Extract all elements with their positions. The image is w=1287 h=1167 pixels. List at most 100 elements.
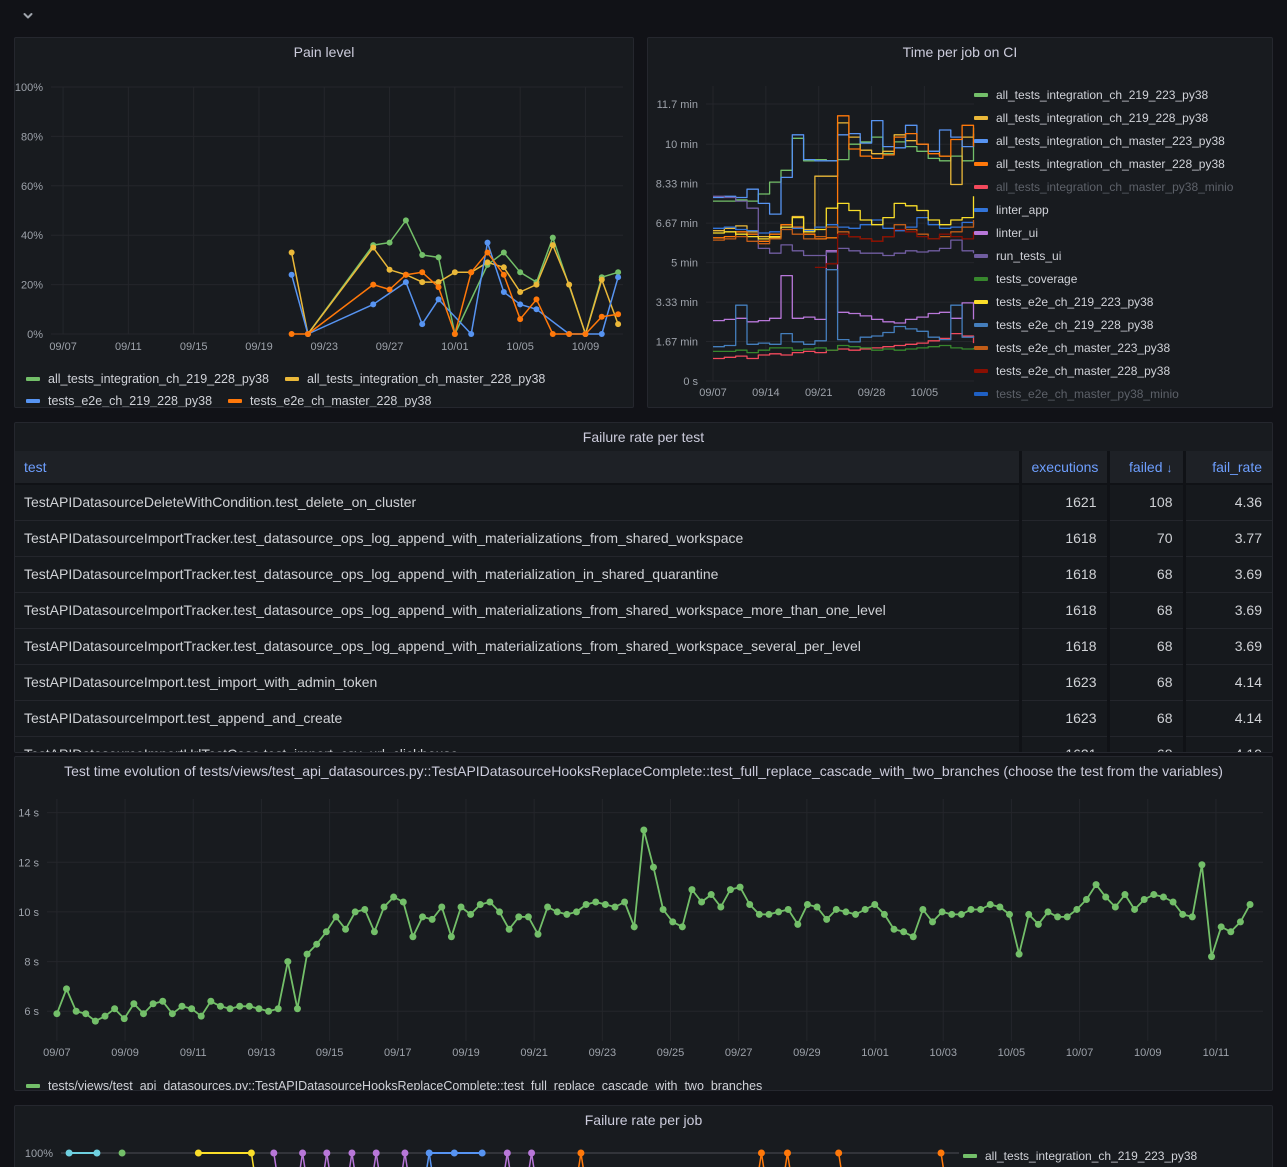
svg-text:09/28: 09/28 — [858, 387, 886, 399]
cell-value: 1623 — [1020, 664, 1108, 700]
svg-text:09/27: 09/27 — [725, 1047, 753, 1059]
cell-test-name: TestAPIDatasourceImportTracker.test_data… — [15, 628, 1020, 664]
svg-text:10/07: 10/07 — [1066, 1047, 1094, 1059]
svg-text:09/09: 09/09 — [111, 1047, 139, 1059]
panel-title: Test time evolution of tests/views/test_… — [15, 757, 1272, 785]
legend-item[interactable]: all_tests_integration_ch_219_223_py38 — [974, 83, 1268, 106]
svg-text:60%: 60% — [21, 181, 43, 193]
svg-text:5 min: 5 min — [671, 258, 698, 270]
column-header-fail_rate[interactable]: fail_rate — [1184, 451, 1272, 484]
cell-test-name: TestAPIDatasourceImportTracker.test_data… — [15, 556, 1020, 592]
failure-rate-table: testexecutionsfailed↓fail_rate TestAPIDa… — [15, 451, 1272, 752]
cell-value: 3.77 — [1184, 520, 1272, 556]
cell-test-name: TestAPIDatasourceImportTracker.test_data… — [15, 520, 1020, 556]
cell-value: 1618 — [1020, 628, 1108, 664]
cell-value: 1618 — [1020, 520, 1108, 556]
table-row: TestAPIDatasourceImportTracker.test_data… — [15, 556, 1272, 592]
column-header-executions[interactable]: executions — [1020, 451, 1108, 484]
svg-text:6 s: 6 s — [24, 1006, 39, 1018]
cell-value: 70 — [1108, 520, 1184, 556]
legend-item[interactable]: all_tests_integration_ch_master_223_py38 — [974, 129, 1268, 152]
legend-item[interactable]: all_tests_integration_ch_master_py38_min… — [974, 175, 1268, 198]
legend-swatch — [974, 93, 988, 97]
pain-level-legend: all_tests_integration_ch_219_228_py38 all… — [15, 366, 633, 408]
cell-test-name: TestAPIDatasourceImport.test_import_with… — [15, 664, 1020, 700]
svg-text:09/07: 09/07 — [43, 1047, 71, 1059]
legend-swatch — [26, 1084, 40, 1088]
time-per-job-legend: all_tests_integration_ch_219_223_py38all… — [974, 83, 1268, 405]
legend-item[interactable]: linter_ui — [974, 221, 1268, 244]
svg-text:09/15: 09/15 — [316, 1047, 344, 1059]
legend-item[interactable]: all_tests_integration_ch_master_228_py38 — [285, 372, 545, 386]
svg-text:09/21: 09/21 — [805, 387, 833, 399]
svg-text:80%: 80% — [21, 131, 43, 143]
chevron-down-icon[interactable] — [21, 9, 35, 23]
svg-text:0 s: 0 s — [683, 376, 698, 388]
svg-text:09/14: 09/14 — [752, 387, 780, 399]
legend-swatch — [974, 139, 988, 143]
svg-text:8 s: 8 s — [24, 957, 39, 969]
legend-item[interactable]: all_tests_integration_ch_219_223_py38 — [963, 1149, 1197, 1163]
legend-item[interactable]: all_tests_integration_ch_219_228_py38 — [974, 106, 1268, 129]
table-row: TestAPIDatasourceImportTracker.test_data… — [15, 628, 1272, 664]
cell-value: 1623 — [1020, 700, 1108, 736]
legend-label: all_tests_integration_ch_master_py38_min… — [996, 180, 1233, 194]
test-time-evolution-chart[interactable]: 6 s8 s10 s12 s14 s09/0709/0909/1109/1309… — [15, 785, 1272, 1067]
cell-value: 68 — [1108, 664, 1184, 700]
cell-test-name: TestAPIDatasourceImportUrlTestCase.test_… — [15, 736, 1020, 752]
column-header-failed[interactable]: failed↓ — [1108, 451, 1184, 484]
grafana-dashboard: Pain level 0%20%40%60%80%100%09/0709/110… — [0, 0, 1287, 1167]
cell-value: 1621 — [1020, 736, 1108, 752]
legend-swatch — [963, 1154, 977, 1158]
legend-label: tests_coverage — [996, 272, 1077, 286]
legend-label: all_tests_integration_ch_master_228_py38 — [307, 372, 545, 386]
cell-value: 4.14 — [1184, 700, 1272, 736]
cell-value: 68 — [1108, 700, 1184, 736]
cell-value: 4.36 — [1184, 484, 1272, 520]
svg-text:10/11: 10/11 — [1203, 1047, 1230, 1059]
svg-text:09/25: 09/25 — [657, 1047, 685, 1059]
svg-text:10 min: 10 min — [665, 139, 698, 151]
pain-level-chart[interactable]: 0%20%40%60%80%100%09/0709/1109/1509/1909… — [15, 66, 633, 366]
legend-item[interactable]: tests_e2e_ch_219_223_py38 — [974, 290, 1268, 313]
svg-text:10/01: 10/01 — [861, 1047, 889, 1059]
svg-text:09/15: 09/15 — [180, 341, 208, 353]
panel-test-time-evolution: Test time evolution of tests/views/test_… — [14, 756, 1273, 1091]
legend-item[interactable]: all_tests_integration_ch_219_228_py38 — [26, 372, 269, 386]
column-header-test[interactable]: test — [15, 451, 1020, 484]
svg-text:3.33 min: 3.33 min — [656, 297, 698, 309]
legend-item[interactable]: all_tests_integration_ch_master_228_py38 — [974, 152, 1268, 175]
cell-value: 108 — [1108, 484, 1184, 520]
svg-text:10/05: 10/05 — [998, 1047, 1026, 1059]
legend-item[interactable]: tests_e2e_ch_master_223_py38 — [974, 336, 1268, 359]
legend-item[interactable]: tests_e2e_ch_219_228_py38 — [26, 394, 212, 408]
svg-text:09/07: 09/07 — [699, 387, 727, 399]
panel-pain-level: Pain level 0%20%40%60%80%100%09/0709/110… — [14, 37, 634, 408]
cell-value: 68 — [1108, 556, 1184, 592]
cell-test-name: TestAPIDatasourceImport.test_append_and_… — [15, 700, 1020, 736]
svg-text:10/09: 10/09 — [1134, 1047, 1162, 1059]
legend-item[interactable]: tests_e2e_ch_master_py38_minio — [974, 382, 1268, 405]
cell-test-name: TestAPIDatasourceImportTracker.test_data… — [15, 592, 1020, 628]
panel-time-per-job: Time per job on CI 0 s1.67 min3.33 min5 … — [647, 37, 1273, 408]
legend-item[interactable]: tests_e2e_ch_master_228_py38 — [228, 394, 431, 408]
legend-swatch — [974, 323, 988, 327]
svg-text:10/03: 10/03 — [929, 1047, 957, 1059]
cell-value: 1618 — [1020, 592, 1108, 628]
legend-item[interactable]: tests_e2e_ch_219_228_py38 — [974, 313, 1268, 336]
legend-label: all_tests_integration_ch_219_228_py38 — [48, 372, 269, 386]
svg-text:09/17: 09/17 — [384, 1047, 412, 1059]
panel-title: Failure rate per test — [15, 423, 1272, 451]
legend-swatch — [974, 254, 988, 258]
legend-label: tests_e2e_ch_master_228_py38 — [250, 394, 431, 408]
legend-item[interactable]: tests/views/test_api_datasources.py::Tes… — [26, 1079, 762, 1091]
panel-title: Failure rate per job — [15, 1106, 1272, 1134]
legend-item[interactable]: linter_app — [974, 198, 1268, 221]
legend-item[interactable]: tests_coverage — [974, 267, 1268, 290]
dashboard-row-header — [0, 0, 1287, 30]
table-header: testexecutionsfailed↓fail_rate — [15, 451, 1272, 484]
legend-item[interactable]: run_tests_ui — [974, 244, 1268, 267]
legend-swatch — [285, 377, 299, 381]
legend-item[interactable]: tests_e2e_ch_master_228_py38 — [974, 359, 1268, 382]
test-time-evolution-legend: tests/views/test_api_datasources.py::Tes… — [15, 1067, 1272, 1091]
